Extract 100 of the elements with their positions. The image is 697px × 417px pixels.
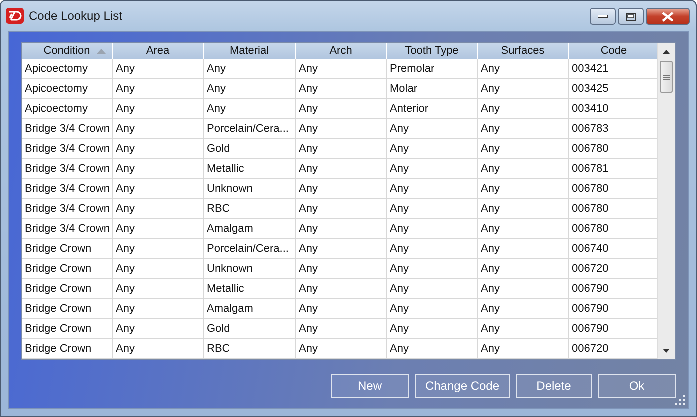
table-cell: Molar bbox=[387, 79, 478, 99]
table-cell: Any bbox=[296, 59, 387, 79]
table-cell: Any bbox=[478, 79, 569, 99]
resize-grip-icon[interactable] bbox=[675, 395, 685, 405]
scroll-up-icon[interactable] bbox=[663, 50, 670, 54]
table-cell: Any bbox=[113, 299, 204, 319]
table-cell: Any bbox=[387, 219, 478, 239]
table-cell: Gold bbox=[204, 139, 296, 159]
maximize-button[interactable] bbox=[618, 8, 644, 25]
table-cell: Bridge Crown bbox=[22, 279, 113, 299]
table-cell: Unknown bbox=[204, 179, 296, 199]
column-header[interactable]: Arch bbox=[296, 43, 387, 59]
column-header[interactable]: Area bbox=[113, 43, 204, 59]
table-cell: Any bbox=[296, 259, 387, 279]
table-cell: Any bbox=[296, 279, 387, 299]
close-icon bbox=[662, 12, 674, 22]
table-cell: Any bbox=[296, 179, 387, 199]
table-cell: Any bbox=[387, 199, 478, 219]
table-cell: Bridge Crown bbox=[22, 319, 113, 339]
table-cell: Any bbox=[113, 59, 204, 79]
table-cell: Any bbox=[113, 119, 204, 139]
table-cell: Any bbox=[387, 159, 478, 179]
table-cell: Any bbox=[113, 239, 204, 259]
table-cell: Porcelain/Cera... bbox=[204, 119, 296, 139]
table-cell: Any bbox=[113, 99, 204, 119]
table-cell: Any bbox=[387, 299, 478, 319]
table-cell: Any bbox=[113, 179, 204, 199]
table-cell: Bridge 3/4 Crown bbox=[22, 179, 113, 199]
table-cell: Metallic bbox=[204, 159, 296, 179]
table-cell: Any bbox=[113, 139, 204, 159]
table-cell: Any bbox=[296, 159, 387, 179]
table-cell: Any bbox=[478, 279, 569, 299]
table-cell: Any bbox=[387, 259, 478, 279]
scroll-down-icon[interactable] bbox=[663, 348, 670, 352]
table-cell: Unknown bbox=[204, 259, 296, 279]
table-cell: RBC bbox=[204, 199, 296, 219]
table-cell: Metallic bbox=[204, 279, 296, 299]
table-cell: Any bbox=[296, 239, 387, 259]
maximize-icon bbox=[626, 12, 636, 20]
table-cell: Bridge Crown bbox=[22, 239, 113, 259]
dialog-button[interactable]: New bbox=[331, 374, 409, 398]
table-cell: Any bbox=[296, 79, 387, 99]
table-cell: Any bbox=[296, 219, 387, 239]
table-cell: Any bbox=[113, 339, 204, 359]
table-cell: Any bbox=[478, 239, 569, 259]
table-cell: Any bbox=[296, 339, 387, 359]
window-title: Code Lookup List bbox=[29, 9, 124, 23]
close-button[interactable] bbox=[646, 8, 690, 25]
table-cell: Bridge 3/4 Crown bbox=[22, 139, 113, 159]
table-cell: Any bbox=[478, 59, 569, 79]
table-cell: Any bbox=[478, 139, 569, 159]
table-cell: Any bbox=[296, 199, 387, 219]
table-cell: Any bbox=[478, 219, 569, 239]
table-cell: Any bbox=[478, 99, 569, 119]
grip-icon bbox=[663, 74, 670, 80]
table-cell: Porcelain/Cera... bbox=[204, 239, 296, 259]
column-header[interactable]: Material bbox=[204, 43, 296, 59]
table-cell: Any bbox=[387, 239, 478, 259]
table-cell: Any bbox=[478, 199, 569, 219]
minimize-button[interactable] bbox=[590, 8, 616, 25]
table-cell: Premolar bbox=[387, 59, 478, 79]
table-cell: Any bbox=[204, 59, 296, 79]
table-cell: Any bbox=[113, 79, 204, 99]
table-cell: Any bbox=[478, 319, 569, 339]
table-cell: Any bbox=[387, 319, 478, 339]
table-cell: Anterior bbox=[387, 99, 478, 119]
table-cell: Any bbox=[387, 119, 478, 139]
table-cell: Apicoectomy bbox=[22, 99, 113, 119]
table-cell: Bridge 3/4 Crown bbox=[22, 219, 113, 239]
table-cell: Bridge 3/4 Crown bbox=[22, 119, 113, 139]
table-cell: Any bbox=[387, 279, 478, 299]
table-cell: Bridge Crown bbox=[22, 339, 113, 359]
table-cell: Any bbox=[204, 99, 296, 119]
scroll-thumb[interactable] bbox=[660, 61, 673, 93]
table-cell: Any bbox=[478, 119, 569, 139]
table-cell: Any bbox=[113, 219, 204, 239]
column-header[interactable]: Surfaces bbox=[478, 43, 569, 59]
table-cell: Any bbox=[113, 199, 204, 219]
app-logo-icon bbox=[6, 8, 24, 24]
table-cell: Amalgam bbox=[204, 299, 296, 319]
table-cell: Any bbox=[296, 319, 387, 339]
minimize-icon bbox=[598, 14, 608, 18]
table-cell: Apicoectomy bbox=[22, 59, 113, 79]
column-header[interactable]: Tooth Type bbox=[387, 43, 478, 59]
table-cell: Apicoectomy bbox=[22, 79, 113, 99]
column-header[interactable]: Condition bbox=[22, 43, 113, 59]
table-cell: Any bbox=[478, 159, 569, 179]
table-cell: Any bbox=[478, 259, 569, 279]
table-cell: Any bbox=[296, 99, 387, 119]
table-cell: Any bbox=[113, 259, 204, 279]
vertical-scrollbar[interactable] bbox=[657, 43, 675, 359]
table-cell: Any bbox=[478, 179, 569, 199]
table-cell: Bridge 3/4 Crown bbox=[22, 199, 113, 219]
table-cell: Any bbox=[387, 179, 478, 199]
table-cell: Gold bbox=[204, 319, 296, 339]
table-cell: Any bbox=[478, 339, 569, 359]
table-cell: Any bbox=[387, 139, 478, 159]
table-cell: Bridge Crown bbox=[22, 259, 113, 279]
table-cell: Any bbox=[113, 319, 204, 339]
table-cell: Amalgam bbox=[204, 219, 296, 239]
